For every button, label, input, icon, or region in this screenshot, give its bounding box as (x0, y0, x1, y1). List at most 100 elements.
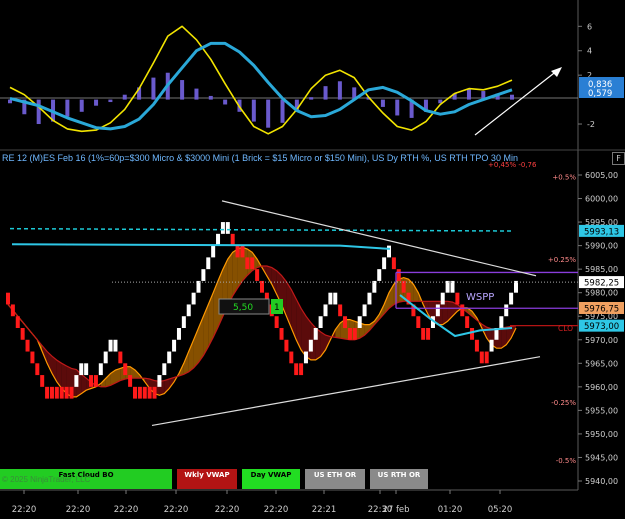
toggle-button-1[interactable]: Wkly VWAP (177, 469, 237, 489)
renko-brick (64, 386, 69, 399)
renko-brick (225, 222, 230, 234)
time-tick-label: 22:20 (12, 505, 37, 515)
percent-level-label: -0.5% (556, 457, 577, 465)
weekly-vwap-band-line (9, 227, 513, 232)
renko-brick (465, 316, 470, 328)
histogram-bar (510, 94, 514, 100)
histogram-bar (65, 99, 70, 117)
oscillator-panel: 642-2 0,5790,836 (0, 0, 625, 151)
price-tick-label: 5960,00 (585, 383, 618, 392)
renko-brick (191, 292, 196, 305)
renko-brick (40, 375, 45, 387)
renko-brick (474, 339, 479, 352)
renko-brick (137, 386, 142, 399)
renko-brick (89, 375, 94, 387)
renko-brick (84, 363, 89, 376)
renko-brick (93, 375, 98, 387)
renko-brick (323, 304, 328, 317)
histogram-bar (122, 94, 127, 100)
renko-brick (421, 328, 426, 340)
trading-chart[interactable]: 642-2 0,5790,836 6005,006000,005995,0059… (0, 0, 625, 519)
price-tick-label: 5940,00 (585, 477, 618, 486)
time-tick-label: 01:20 (438, 505, 463, 515)
renko-brick (377, 269, 382, 281)
renko-brick (6, 292, 10, 305)
toggle-button-3[interactable]: US ETH OR (305, 469, 365, 489)
time-tick-label: 05:20 (488, 505, 513, 515)
renko-brick (479, 351, 484, 364)
histogram-bar (180, 80, 185, 100)
histogram-bar (323, 86, 328, 100)
renko-brick (338, 304, 343, 317)
histogram-bar (223, 99, 228, 105)
cloud-segment (266, 266, 272, 285)
renko-brick (362, 304, 367, 317)
histogram-bar (79, 99, 84, 112)
renko-brick (382, 257, 387, 270)
renko-brick (299, 363, 304, 376)
renko-brick (279, 328, 284, 340)
renko-brick (54, 386, 59, 399)
histogram-bar (309, 97, 314, 100)
cloud-segment (335, 323, 341, 339)
renko-brick (35, 363, 40, 376)
renko-brick (352, 328, 357, 340)
renko-brick (367, 292, 372, 305)
toggle-button-4[interactable]: US RTH OR (370, 469, 428, 489)
trend-arrow (474, 69, 559, 136)
price-tick-label: 5985,00 (585, 265, 618, 274)
trendline-lower (151, 356, 541, 427)
renko-brick (347, 328, 352, 340)
copyright-text: © 2025 NinjaTrader, LLC (2, 475, 91, 484)
renko-brick (230, 233, 235, 246)
renko-brick (445, 280, 450, 293)
renko-brick (59, 386, 64, 399)
histogram-bar (251, 99, 256, 122)
histogram-bar (94, 99, 99, 106)
renko-brick (30, 351, 35, 364)
renko-brick (387, 245, 391, 258)
toggle-button-2[interactable]: Day VWAP (242, 469, 300, 489)
time-tick-label: 22:20 (264, 505, 289, 515)
histogram-bar (208, 95, 213, 100)
renko-brick (450, 280, 455, 293)
renko-brick (416, 316, 421, 328)
price-tick-label: 5950,00 (585, 430, 618, 439)
histogram-bar (108, 99, 113, 103)
renko-brick (499, 316, 504, 328)
time-tick-label: 22:20 (215, 505, 240, 515)
renko-brick (186, 304, 191, 317)
wspp-label: WSPP (466, 292, 494, 303)
renko-brick (142, 386, 147, 399)
renko-brick (440, 292, 445, 305)
renko-brick (172, 339, 177, 352)
price-tick-label: 6000,00 (585, 195, 618, 204)
percent-level-label: +0.25% (548, 256, 576, 264)
renko-brick (255, 269, 260, 281)
renko-brick (401, 280, 406, 293)
time-tick-label: 22:20 (164, 505, 189, 515)
renko-brick (162, 363, 167, 376)
price-tick-label: 5990,00 (585, 242, 618, 251)
price-badge-label: 5993,13 (584, 227, 619, 237)
oscillator-series-line (9, 41, 513, 131)
renko-brick (435, 304, 440, 317)
arrow-head-icon (551, 67, 562, 77)
cloud-segment (413, 284, 419, 302)
renko-brick (470, 328, 475, 340)
renko-brick (484, 351, 489, 364)
histogram-bar (337, 81, 342, 100)
renko-brick (201, 269, 206, 281)
price-panel: 6005,006000,005995,005990,005985,005980,… (0, 150, 624, 515)
oscillator-value-label: 0,579 (588, 89, 612, 99)
price-badge-label: 5976,75 (584, 304, 619, 314)
renko-brick (20, 328, 25, 340)
renko-brick (108, 339, 113, 352)
time-tick-label: 22:20 (66, 505, 91, 515)
histogram-bar (151, 77, 156, 100)
oscillator-value-label: 0,836 (588, 80, 612, 90)
histogram-bar (280, 99, 285, 123)
renko-brick (206, 257, 211, 270)
histogram-bar (36, 99, 41, 125)
price-tick-label: 5955,00 (585, 406, 618, 415)
